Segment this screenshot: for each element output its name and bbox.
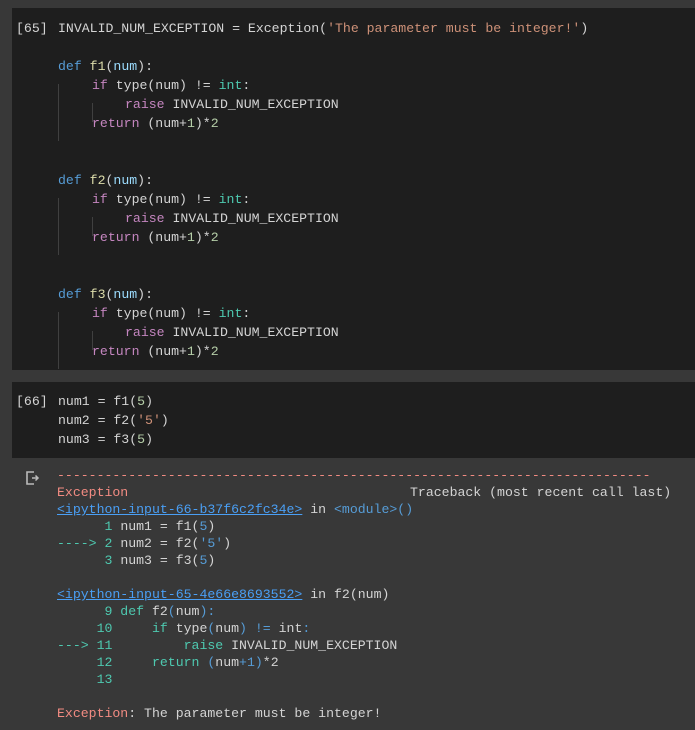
frame-location: <module>() [334, 502, 414, 517]
code-line: return (num+1)*2 [92, 116, 219, 131]
code-line: raise INVALID_NUM_EXCEPTION [125, 325, 339, 340]
final-error-message: : The parameter must be integer! [128, 706, 382, 721]
code-line: if type(num) != int: [92, 192, 251, 207]
code-line: num2 = f2('5') [58, 413, 169, 428]
indent-guide [58, 84, 59, 141]
final-error-name: Exception [57, 706, 129, 721]
code-line: if type(num) != int: [92, 78, 251, 93]
frame-in: in [310, 587, 327, 602]
traceback-line: ---> 11 raise INVALID_NUM_EXCEPTION [57, 638, 398, 653]
execution-count: [65] [16, 21, 48, 36]
code-line: INVALID_NUM_EXCEPTION = Exception('The p… [58, 19, 588, 38]
traceback-header: Traceback (most recent call last) [410, 485, 672, 500]
cell-output: ----------------------------------------… [12, 458, 695, 730]
code-line: def f2(num): [58, 173, 153, 188]
traceback-line: ----> 2 num2 = f2('5') [57, 536, 232, 551]
code-line: num3 = f3(5) [58, 432, 153, 447]
final-error: Exception: The parameter must be integer… [57, 705, 381, 722]
code-line: def f3(num): [58, 287, 153, 302]
code-line: return (num+1)*2 [92, 230, 219, 245]
traceback-frame-header: <ipython-input-66-b37f6c2fc34e> in <modu… [57, 501, 413, 518]
traceback-line: 3 num3 = f3(5) [57, 553, 216, 568]
code-text: INVALID_NUM_EXCEPTION = Exception( [58, 21, 328, 36]
indent-guide [58, 198, 59, 255]
code-line: num1 = f1(5) [58, 394, 153, 409]
traceback-line: 9 def f2(num): [57, 604, 216, 619]
traceback-line: 10 if type(num) != int: [57, 621, 311, 636]
traceback-separator: ----------------------------------------… [57, 468, 651, 483]
frame-link[interactable]: <ipython-input-65-4e66e8693552> [57, 587, 302, 602]
execution-count: [66] [16, 394, 48, 409]
code-line: raise INVALID_NUM_EXCEPTION [125, 211, 339, 226]
traceback-line: 1 num1 = f1(5) [57, 519, 216, 534]
frame-link[interactable]: <ipython-input-66-b37f6c2fc34e> [57, 502, 302, 517]
exception-name: Exception [57, 485, 129, 500]
traceback-frame-header: <ipython-input-65-4e66e8693552> in f2(nu… [57, 586, 389, 603]
string-literal: 'The parameter must be integer!' [327, 21, 581, 36]
code-cell-66[interactable]: [66] num1 = f1(5) num2 = f2('5') num3 = … [12, 382, 695, 458]
code-text: ) [580, 21, 589, 36]
code-line: raise INVALID_NUM_EXCEPTION [125, 97, 339, 112]
code-line: return (num+1)*2 [92, 344, 219, 359]
traceback-line: 12 return (num+1)*2 [57, 655, 279, 670]
code-line: if type(num) != int: [92, 306, 251, 321]
code-line: def f1(num): [58, 59, 153, 74]
output-redirect-icon[interactable] [25, 470, 41, 486]
frame-location: f2(num) [334, 587, 390, 602]
traceback-line: 13 [57, 672, 113, 687]
indent-guide [58, 312, 59, 369]
code-cell-65[interactable]: [65] INVALID_NUM_EXCEPTION = Exception('… [12, 8, 695, 370]
frame-in: in [310, 502, 327, 517]
